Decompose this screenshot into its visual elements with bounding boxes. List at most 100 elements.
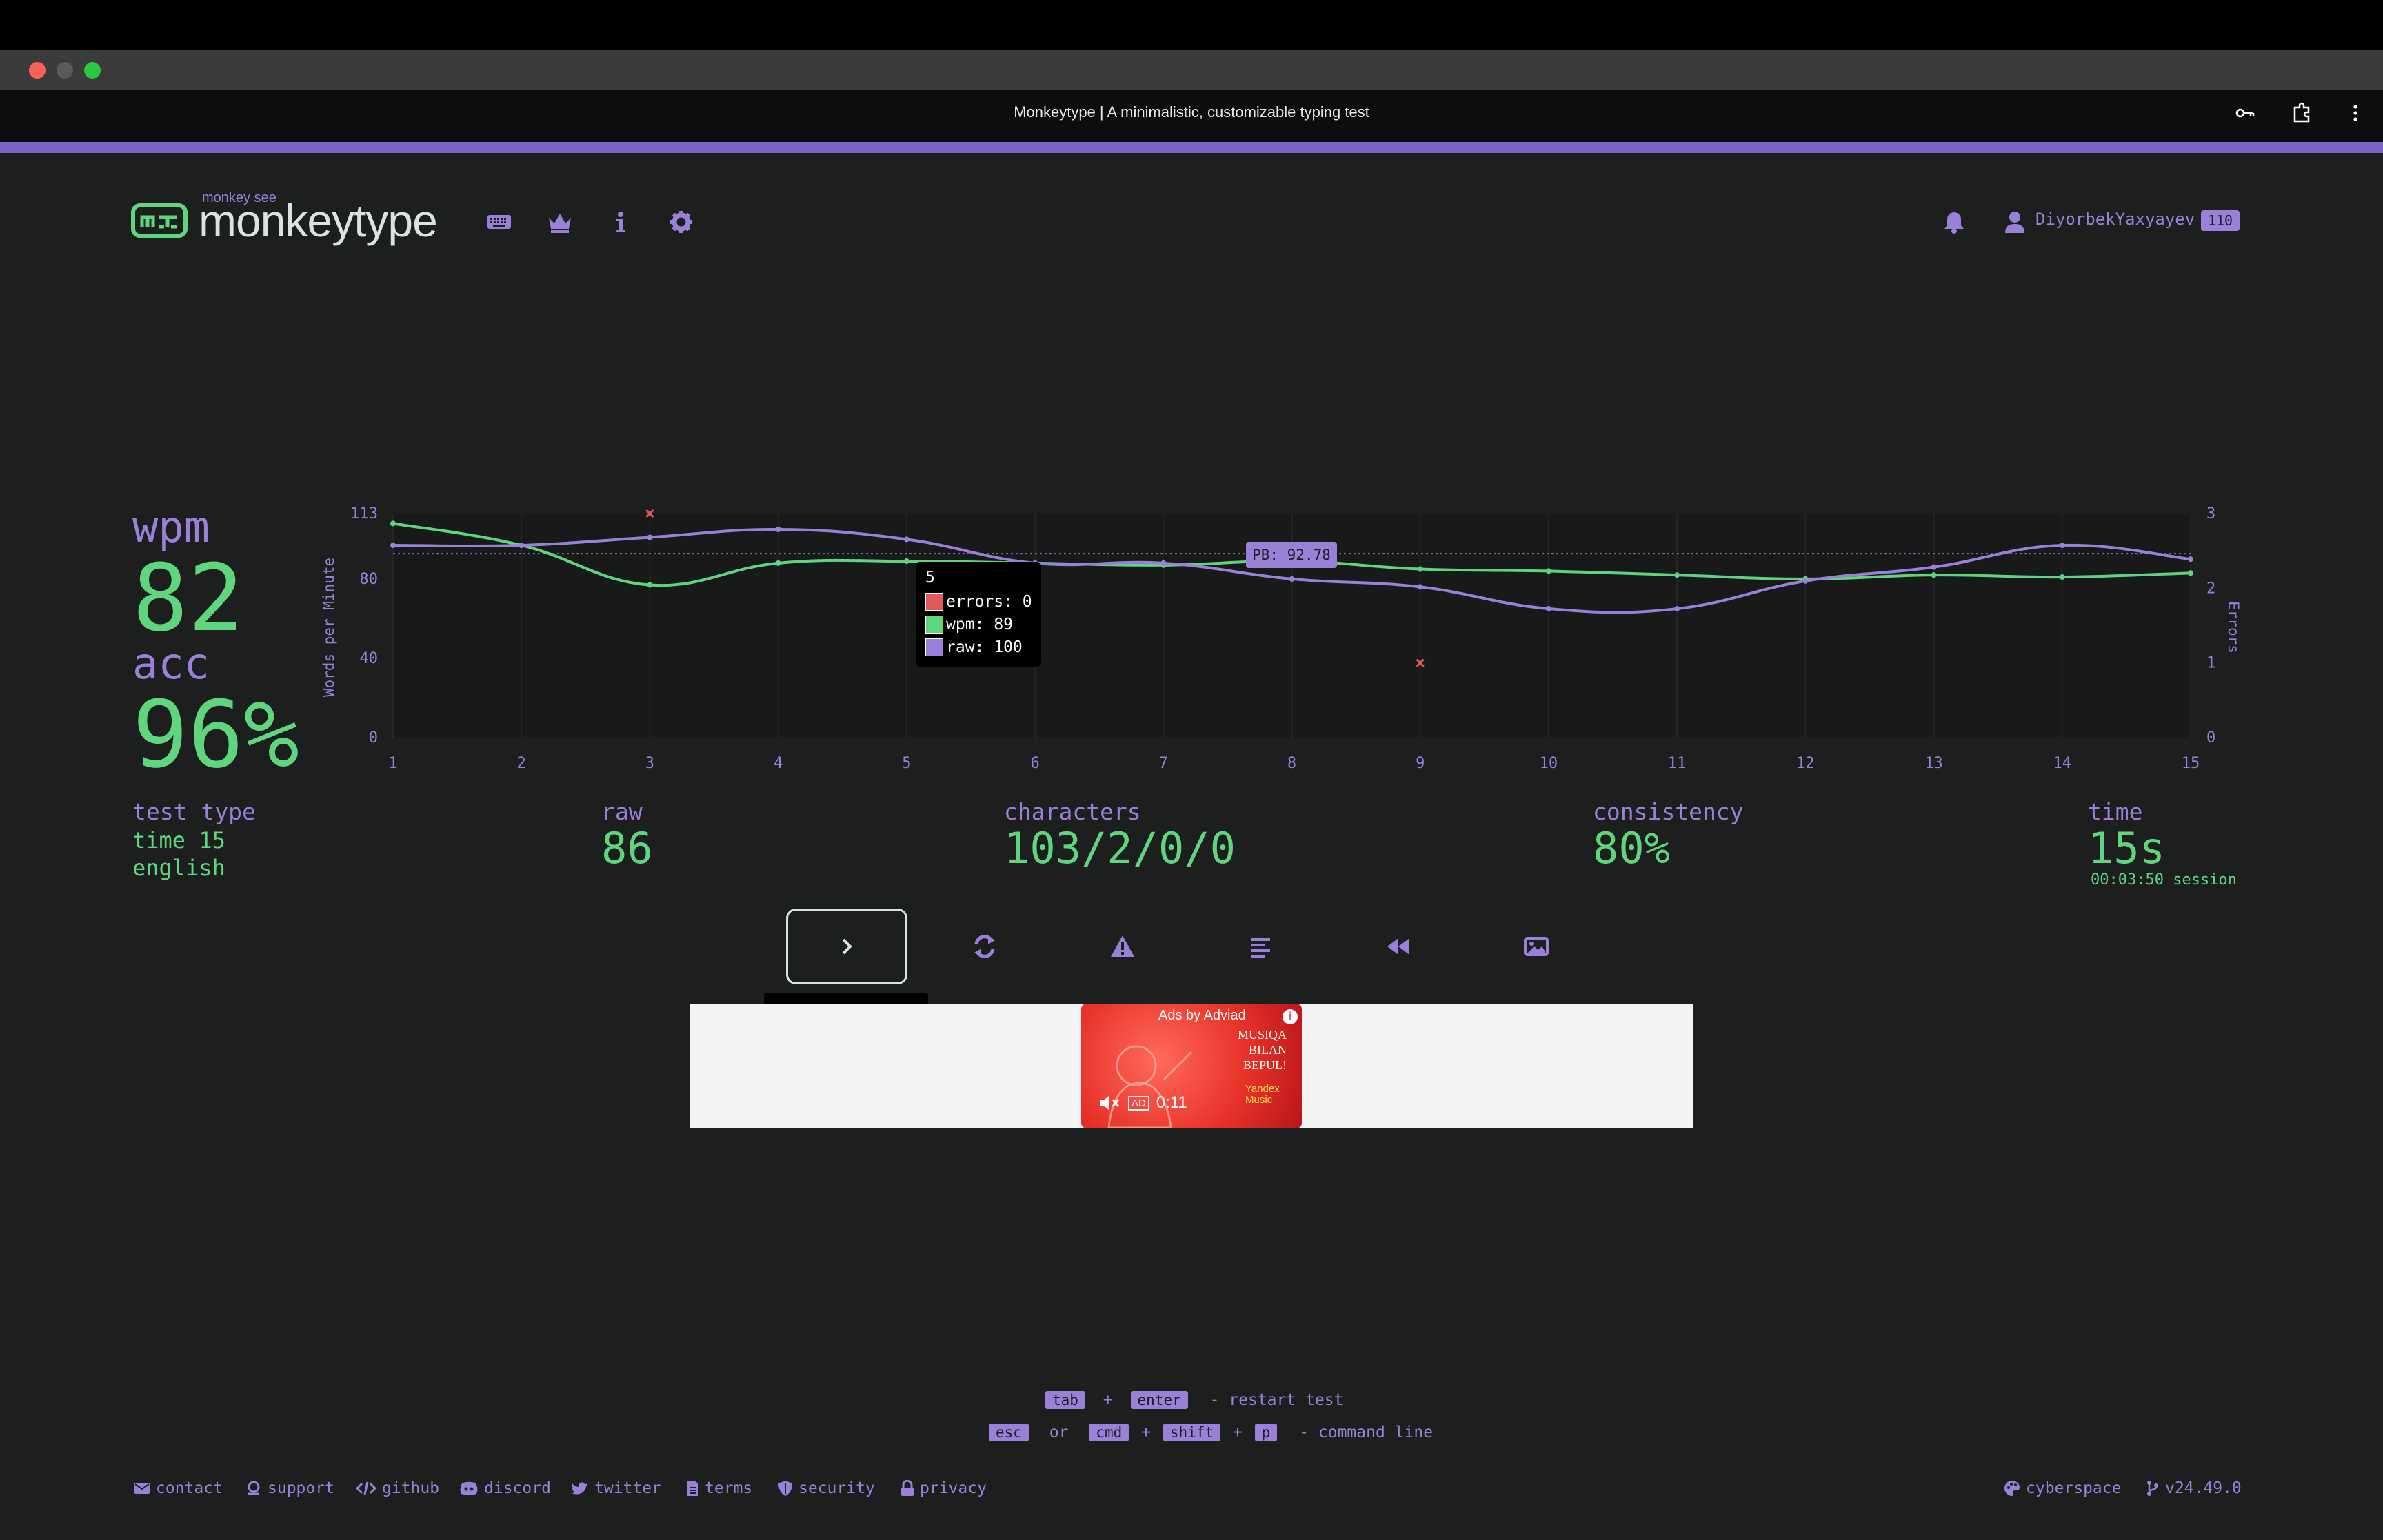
x-tick-label: 1 <box>388 755 397 772</box>
footer-terms[interactable]: terms <box>687 1479 752 1497</box>
footer-support[interactable]: support <box>245 1479 334 1497</box>
x-tick-label: 13 <box>1924 755 1943 772</box>
lock-icon <box>901 1480 914 1496</box>
align-left-icon <box>1251 938 1270 958</box>
replay-button[interactable] <box>1338 909 1459 984</box>
ad-headline-line1: MUSIQA BILAN <box>1237 1028 1287 1057</box>
characters-value: 103/2/0/0 <box>1004 823 1236 873</box>
wpm-point <box>775 560 781 566</box>
hint-plus-2: + <box>1141 1424 1152 1441</box>
restart-hint: tab + enter - restart test <box>1045 1391 1343 1409</box>
command-line-hint: esc or cmd + shift + p - command line <box>989 1424 1433 1441</box>
video-ad[interactable]: Ads by Adviad i MUSIQA BILAN BEPUL! Yande… <box>1081 1004 1302 1128</box>
x-tick-label: 5 <box>902 755 911 772</box>
wpm-chart: 11380400 3210 1 2 3 4 5 6 7 8 9 10 11 12 13 14 15 Word… <box>321 505 2242 772</box>
report-button[interactable] <box>1062 909 1183 984</box>
ad-controls: AD 0:11 <box>1099 1093 1187 1113</box>
ad-info-icon[interactable]: i <box>1283 1009 1298 1024</box>
envelope-icon <box>134 1483 150 1494</box>
shift-key: shift <box>1163 1424 1221 1441</box>
next-test-button[interactable] <box>786 909 907 984</box>
footer-contact-label: contact <box>156 1479 223 1497</box>
footer-contact[interactable]: contact <box>134 1479 223 1497</box>
footer-discord[interactable]: discord <box>459 1479 551 1497</box>
y-tick-label: 0 <box>369 729 378 747</box>
consistency-value: 80% <box>1593 823 1670 873</box>
wpm-point <box>1931 572 1937 578</box>
ad-headline: MUSIQA BILAN BEPUL! <box>1204 1027 1287 1073</box>
test-type-language: english <box>132 855 225 881</box>
footer-discord-label: discord <box>484 1479 551 1497</box>
ad-headline-line2: BEPUL! <box>1243 1058 1287 1072</box>
consistency-label: consistency <box>1593 798 1744 825</box>
tooltip-row-raw: raw: 100 <box>925 638 1023 657</box>
footer-privacy[interactable]: privacy <box>901 1479 987 1497</box>
footer-security-label: security <box>798 1479 875 1497</box>
x-tick-label: 3 <box>645 755 654 772</box>
ad-badge: AD <box>1128 1095 1149 1111</box>
warning-icon <box>1111 935 1134 957</box>
raw-swatch <box>925 638 943 656</box>
footer-terms-label: terms <box>705 1479 753 1497</box>
mute-icon[interactable] <box>1099 1093 1121 1113</box>
raw-point <box>2059 543 2065 549</box>
enter-key: enter <box>1130 1391 1188 1409</box>
footer-twitter[interactable]: twitter <box>571 1479 661 1497</box>
wpm-point <box>903 558 909 565</box>
restart-button[interactable] <box>924 909 1045 984</box>
x-tick-label: 2 <box>517 755 526 772</box>
tooltip-raw: raw: 100 <box>946 638 1023 656</box>
y-tick-label: 80 <box>360 571 379 588</box>
command-line-hint-text: - command line <box>1299 1424 1434 1441</box>
wpm-point <box>390 520 396 527</box>
hint-or: or <box>1049 1424 1069 1441</box>
y-axis-title: Words per Minute <box>321 558 337 697</box>
wpm-point <box>2188 570 2193 576</box>
raw-point <box>2188 556 2193 563</box>
raw-point <box>1931 564 1937 570</box>
p-key: p <box>1254 1424 1278 1441</box>
wpm-point <box>647 582 653 588</box>
hint-plus: + <box>1103 1391 1113 1409</box>
refresh-icon <box>974 935 995 958</box>
wpm-point <box>1674 572 1680 578</box>
time-label: time <box>2088 798 2143 825</box>
footer-twitter-label: twitter <box>594 1479 661 1497</box>
footer-theme-label: cyberspace <box>2026 1479 2122 1497</box>
donate-icon <box>248 1481 260 1495</box>
raw-point <box>1160 560 1167 566</box>
wpm-point <box>1417 566 1423 572</box>
wpm-point <box>1545 568 1551 574</box>
wpm-swatch <box>925 616 943 634</box>
x-tick-label: 15 <box>2182 755 2200 772</box>
esc-key: esc <box>989 1424 1029 1441</box>
y-tick-label: 113 <box>350 505 378 523</box>
shield-icon <box>778 1481 792 1496</box>
tooltip-errors: errors: 0 <box>946 593 1032 611</box>
x-tick-label: 10 <box>1540 755 1558 772</box>
screenshot-button[interactable] <box>1476 909 1597 984</box>
raw-point <box>1417 584 1423 590</box>
footer-version[interactable]: v24.49.0 <box>2146 1479 2242 1497</box>
tooltip-wpm: wpm: 89 <box>946 616 1013 634</box>
ad-label[interactable]: Ads by Adviad <box>1158 1008 1246 1024</box>
x-tick-label: 6 <box>1030 755 1039 772</box>
test-type-label: test type <box>132 798 256 825</box>
raw-point <box>903 536 909 543</box>
footer-security[interactable]: security <box>778 1479 875 1497</box>
errors-swatch <box>925 593 943 611</box>
ad-product: Yandex Music <box>1245 1083 1280 1106</box>
palette-icon <box>2004 1481 2020 1496</box>
footer-theme[interactable]: cyberspace <box>2004 1479 2121 1497</box>
x-tick-label: 12 <box>1796 755 1815 772</box>
chart-y-axis: 113 80 40 0 <box>350 505 378 747</box>
footer-github[interactable]: github <box>356 1479 439 1497</box>
chart-y2-axis: 3 2 1 0 <box>2206 505 2215 747</box>
chart-x-axis: 1 2 3 4 5 6 7 8 9 10 11 12 13 14 15 <box>388 755 2200 772</box>
word-history-button[interactable] <box>1200 909 1321 984</box>
tooltip-row-wpm: wpm: 89 <box>925 615 1013 634</box>
test-type-mode: time 15 <box>132 827 225 853</box>
chevron-right-icon <box>842 938 852 955</box>
code-branch-icon <box>2147 1481 2158 1496</box>
raw-point <box>775 527 781 533</box>
